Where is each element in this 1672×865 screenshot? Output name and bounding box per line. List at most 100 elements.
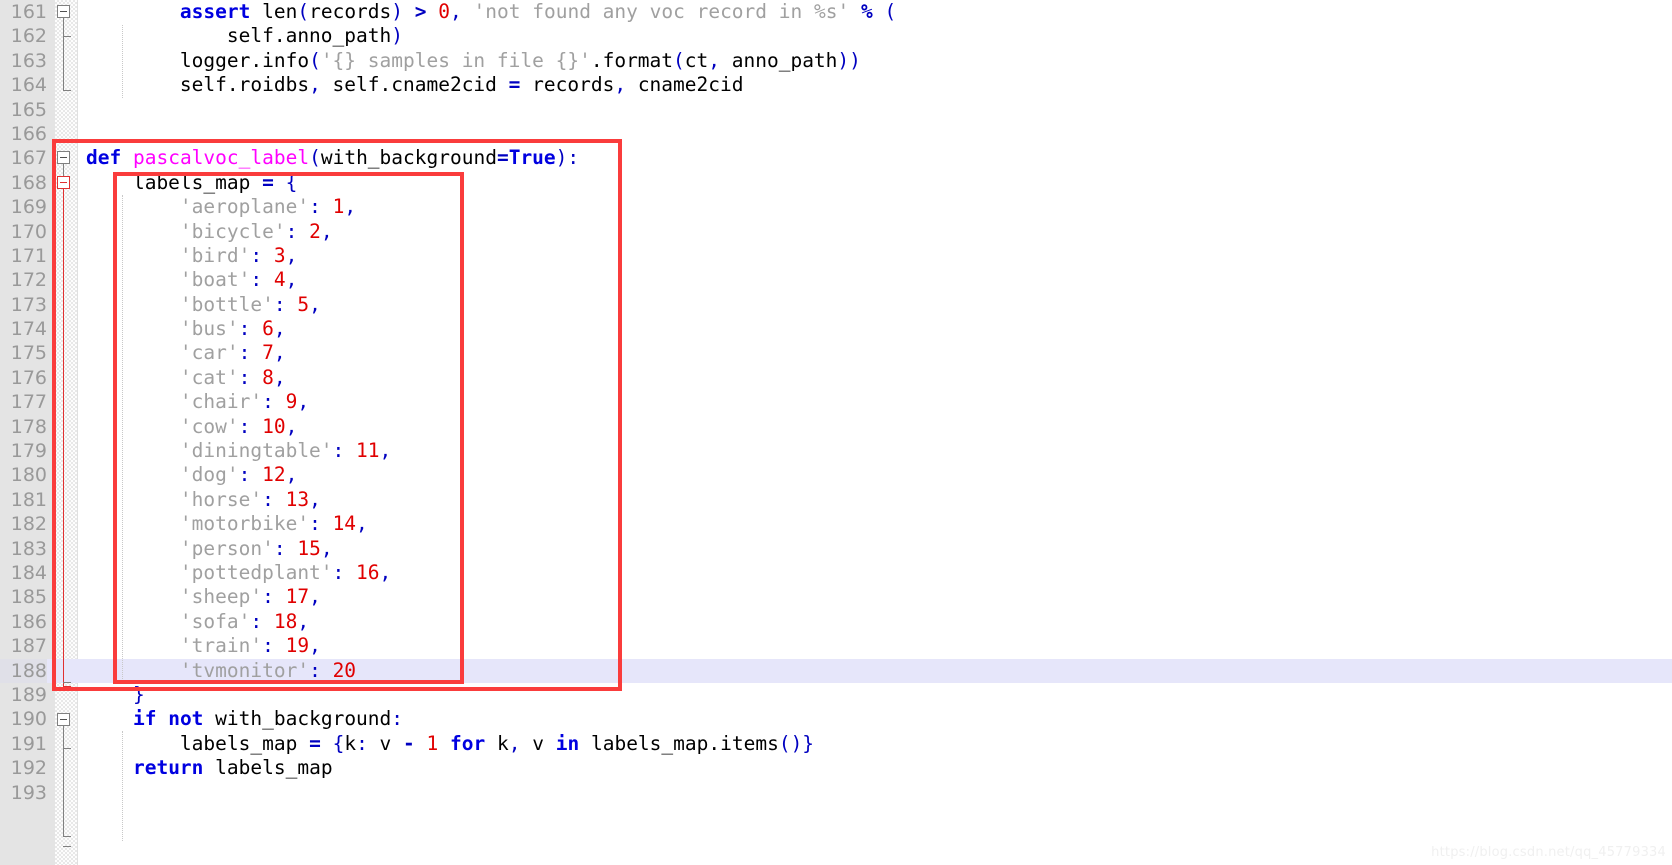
code-line[interactable]: 176 'cat': 8, bbox=[0, 366, 1672, 390]
line-number: 190 bbox=[10, 708, 47, 731]
code-text: 'car': 7, bbox=[86, 341, 286, 365]
code-line[interactable]: 166 bbox=[0, 122, 1672, 146]
code-line[interactable]: 183 'person': 15, bbox=[0, 537, 1672, 561]
token-kw: def bbox=[86, 146, 122, 170]
token-fn: pascalvoc_label bbox=[132, 146, 310, 170]
token-pn: : bbox=[285, 219, 298, 243]
token-pl: k bbox=[344, 731, 357, 755]
code-line[interactable]: 184 'pottedplant': 16, bbox=[0, 561, 1672, 585]
token-pn: : bbox=[309, 512, 321, 536]
token-pl: .format bbox=[590, 48, 674, 72]
token-pl: len bbox=[250, 0, 298, 23]
token-pn: , bbox=[285, 414, 298, 438]
line-number: 175 bbox=[10, 342, 47, 365]
fold-marker-168[interactable] bbox=[57, 176, 70, 189]
code-line[interactable]: 173 'bottle': 5, bbox=[0, 293, 1672, 317]
code-line[interactable]: 170 'bicycle': 2, bbox=[0, 220, 1672, 244]
code-text: 'chair': 9, bbox=[86, 390, 309, 414]
code-line[interactable]: 181 'horse': 13, bbox=[0, 488, 1672, 512]
indent-guide-169 bbox=[122, 195, 123, 683]
token-op: = bbox=[309, 731, 321, 755]
token-str: 'bottle' bbox=[179, 292, 274, 316]
code-line[interactable]: 180 'dog': 12, bbox=[0, 463, 1672, 487]
line-number: 191 bbox=[10, 732, 47, 755]
code-line-current[interactable]: 188 'tvmonitor': 20 bbox=[0, 658, 1672, 683]
code-lines-container[interactable]: 161 assert len(records) > 0, 'not found … bbox=[0, 0, 1672, 805]
code-line[interactable]: 182 'motorbike': 14, bbox=[0, 512, 1672, 536]
code-line[interactable]: 167 def pascalvoc_label(with_background=T… bbox=[0, 146, 1672, 170]
fold-marker-161[interactable] bbox=[57, 5, 70, 18]
code-line[interactable]: 189 } bbox=[0, 683, 1672, 707]
line-number: 178 bbox=[10, 415, 47, 438]
token-op: > bbox=[414, 0, 427, 23]
code-line[interactable]: 161 assert len(records) > 0, 'not found … bbox=[0, 0, 1672, 24]
token-num: 11 bbox=[356, 439, 380, 463]
token-num: 13 bbox=[285, 487, 310, 511]
token-pn: : bbox=[356, 731, 368, 755]
code-text: 'bus': 6, bbox=[86, 317, 286, 341]
token-str: 'cat' bbox=[179, 365, 239, 389]
code-line[interactable]: 162 self.anno_path) bbox=[0, 24, 1672, 48]
code-text: self.roidbs, self.cname2cid = records, c… bbox=[86, 73, 744, 97]
token-kw: in bbox=[555, 731, 580, 755]
token-str: 'boat' bbox=[179, 268, 251, 292]
code-text: 'diningtable': 11, bbox=[86, 439, 391, 463]
token-pn: , bbox=[614, 73, 627, 97]
code-line[interactable]: 171 'bird': 3, bbox=[0, 244, 1672, 268]
line-number: 161 bbox=[10, 1, 47, 23]
code-line[interactable]: 172 'boat': 4, bbox=[0, 268, 1672, 292]
code-line[interactable]: 193 bbox=[0, 781, 1672, 805]
fold-tick-191 bbox=[63, 748, 71, 749]
token-pn: : bbox=[262, 585, 274, 609]
code-line[interactable]: 186 'sofa': 18, bbox=[0, 610, 1672, 634]
code-text: if not with_background: bbox=[86, 707, 403, 731]
code-line[interactable]: 178 'cow': 10, bbox=[0, 415, 1672, 439]
token-str: 'aeroplane' bbox=[179, 195, 310, 219]
token-pn: , bbox=[309, 73, 321, 97]
code-line[interactable]: 163 logger.info('{} samples in file {}'.… bbox=[0, 49, 1672, 73]
token-pn: ( bbox=[297, 0, 310, 23]
code-line[interactable]: 190 if not with_background: bbox=[0, 707, 1672, 731]
fold-marker-190[interactable] bbox=[57, 713, 70, 726]
code-line[interactable]: 168 labels_map = { bbox=[0, 171, 1672, 195]
code-line[interactable]: 169 'aeroplane': 1, bbox=[0, 195, 1672, 219]
line-number: 188 bbox=[0, 658, 47, 683]
token-pn: { bbox=[332, 731, 345, 755]
token-pn: : bbox=[332, 439, 345, 463]
code-line[interactable]: 164 self.roidbs, self.cname2cid = record… bbox=[0, 73, 1672, 97]
code-line[interactable]: 191 labels_map = {k: v - 1 for k, v in l… bbox=[0, 732, 1672, 756]
code-line[interactable]: 177 'chair': 9, bbox=[0, 390, 1672, 414]
token-pl: with_background bbox=[320, 146, 497, 170]
code-text: logger.info('{} samples in file {}'.form… bbox=[86, 49, 861, 73]
fold-bracket-190-193 bbox=[63, 726, 64, 836]
code-line[interactable]: 192 return labels_map bbox=[0, 756, 1672, 780]
line-number: 187 bbox=[10, 635, 47, 658]
token-pn: , bbox=[344, 195, 357, 219]
code-line[interactable]: 185 'sheep': 17, bbox=[0, 585, 1672, 609]
token-str: 'sofa' bbox=[179, 609, 251, 633]
code-line[interactable]: 165 bbox=[0, 98, 1672, 122]
token-str: 'dog' bbox=[179, 463, 239, 487]
code-line[interactable]: 187 'train': 19, bbox=[0, 634, 1672, 658]
token-num: 8 bbox=[262, 365, 274, 389]
token-str: 'bicycle' bbox=[179, 219, 286, 243]
token-str: 'sheep' bbox=[179, 585, 263, 609]
token-str: 'bus' bbox=[179, 317, 239, 341]
code-editor[interactable]: 161 assert len(records) > 0, 'not found … bbox=[0, 0, 1672, 865]
code-line[interactable]: 174 'bus': 6, bbox=[0, 317, 1672, 341]
code-line[interactable]: 179 'diningtable': 11, bbox=[0, 439, 1672, 463]
code-line[interactable]: 175 'car': 7, bbox=[0, 341, 1672, 365]
token-pn: ( bbox=[309, 146, 321, 170]
line-number: 164 bbox=[10, 74, 47, 97]
fold-marker-167[interactable] bbox=[57, 151, 70, 164]
token-pn: : bbox=[273, 536, 286, 560]
token-str: 'diningtable' bbox=[179, 439, 333, 463]
